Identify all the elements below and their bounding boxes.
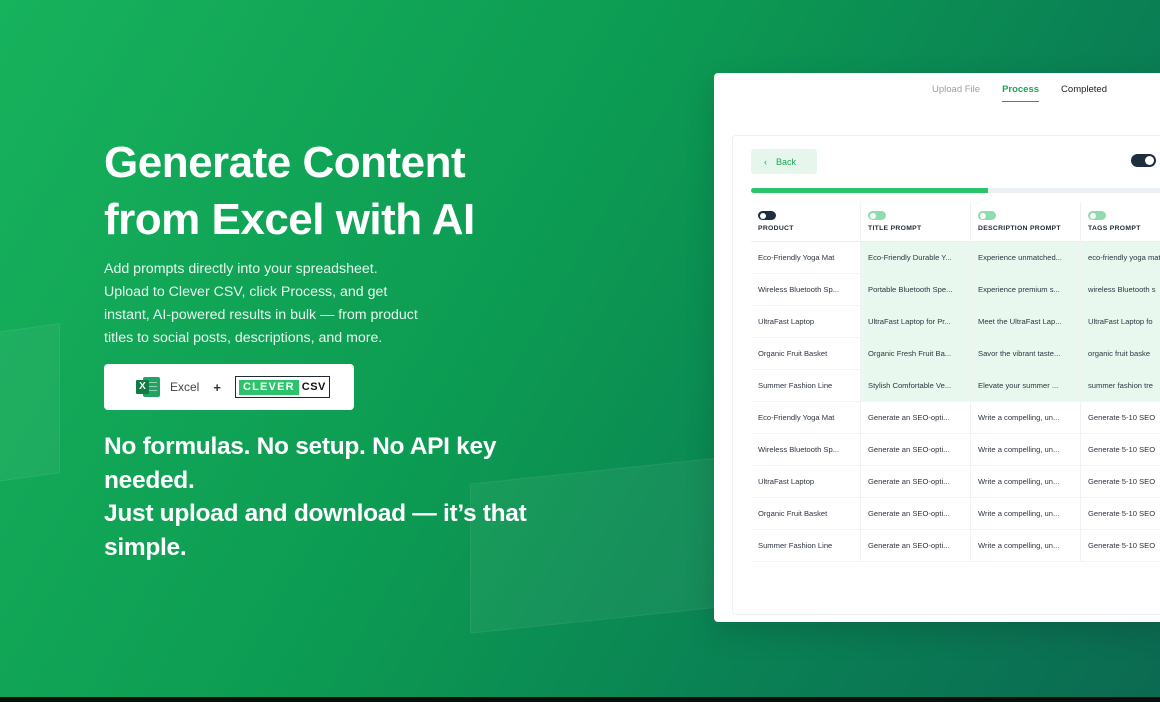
excel-label: Excel bbox=[170, 380, 200, 394]
column-header-description-prompt: DESCRIPTION PROMPT bbox=[971, 202, 1081, 241]
stepper: Upload File Process Completed bbox=[932, 84, 1107, 102]
plus-sign: + bbox=[213, 379, 221, 395]
progress-bar bbox=[751, 188, 1160, 193]
integration-logos: X Excel + CLEVER CSV bbox=[104, 364, 354, 410]
table-cell: UltraFast Laptop fo bbox=[1081, 306, 1160, 337]
table-cell: UltraFast Laptop bbox=[751, 466, 861, 497]
data-table: PRODUCT TITLE PROMPT DESCRIPTION PROMPT … bbox=[751, 202, 1160, 562]
table-cell: Eco-Friendly Yoga Mat bbox=[751, 402, 861, 433]
process-card: ‹ Back PRODUCT TITLE PROMPT DESCRIPTION … bbox=[732, 135, 1160, 615]
table-cell: Generate 5-10 SEO bbox=[1081, 466, 1160, 497]
table-cell: Experience unmatched... bbox=[971, 242, 1081, 273]
table-row[interactable]: UltraFast Laptop UltraFast Laptop for Pr.… bbox=[751, 306, 1160, 338]
view-toggle[interactable] bbox=[1131, 154, 1156, 167]
table-cell: Elevate your summer ... bbox=[971, 370, 1081, 401]
table-row[interactable]: UltraFast Laptop Generate an SEO-opti... W… bbox=[751, 466, 1160, 498]
back-button[interactable]: ‹ Back bbox=[751, 149, 817, 174]
step-process[interactable]: Process bbox=[1002, 84, 1040, 102]
table-cell: organic fruit baske bbox=[1081, 338, 1160, 369]
table-cell: Organic Fruit Basket bbox=[751, 338, 861, 369]
hero-tagline: No formulas. No setup. No API key needed… bbox=[104, 433, 527, 561]
table-cell: Wireless Bluetooth Sp... bbox=[751, 274, 861, 305]
table-cell: Generate an SEO-opti... bbox=[861, 498, 971, 529]
table-cell: Write a compelling, un... bbox=[971, 402, 1081, 433]
column-toggle[interactable] bbox=[978, 211, 996, 220]
table-row[interactable]: Summer Fashion Line Stylish Comfortable V… bbox=[751, 370, 1160, 402]
background-shape bbox=[0, 322, 60, 488]
table-cell: Generate an SEO-opti... bbox=[861, 402, 971, 433]
back-label: Back bbox=[776, 156, 797, 167]
chevron-left-icon: ‹ bbox=[764, 156, 767, 167]
table-row[interactable]: Summer Fashion Line Generate an SEO-opti.… bbox=[751, 530, 1160, 562]
table-cell: UltraFast Laptop bbox=[751, 306, 861, 337]
table-row[interactable]: Wireless Bluetooth Sp... Portable Bluetoo… bbox=[751, 274, 1160, 306]
step-upload-file[interactable]: Upload File bbox=[932, 84, 980, 102]
column-header-product: PRODUCT bbox=[751, 202, 861, 241]
table-cell: Write a compelling, un... bbox=[971, 466, 1081, 497]
page-title: Generate Content from Excel with AI bbox=[104, 138, 475, 244]
table-cell: Generate 5-10 SEO bbox=[1081, 530, 1160, 561]
table-cell: wireless Bluetooth s bbox=[1081, 274, 1160, 305]
table-cell: Summer Fashion Line bbox=[751, 370, 861, 401]
table-cell: Generate an SEO-opti... bbox=[861, 466, 971, 497]
clever-csv-logo: CLEVER CSV bbox=[234, 376, 330, 398]
table-cell: Write a compelling, un... bbox=[971, 530, 1081, 561]
table-row[interactable]: Eco-Friendly Yoga Mat Eco-Friendly Durabl… bbox=[751, 242, 1160, 274]
table-cell: summer fashion tre bbox=[1081, 370, 1160, 401]
table-cell: Generate an SEO-opti... bbox=[861, 530, 971, 561]
table-cell: Organic Fresh Fruit Ba... bbox=[861, 338, 971, 369]
column-header-tags-prompt: TAGS PROMPT bbox=[1081, 202, 1160, 241]
column-toggle[interactable] bbox=[758, 211, 776, 220]
table-cell: Portable Bluetooth Spe... bbox=[861, 274, 971, 305]
table-cell: UltraFast Laptop for Pr... bbox=[861, 306, 971, 337]
bottom-strip bbox=[0, 697, 1160, 702]
table-cell: Eco-Friendly Yoga Mat bbox=[751, 242, 861, 273]
excel-icon: X bbox=[136, 375, 160, 399]
progress-fill bbox=[751, 188, 988, 193]
table-cell: Stylish Comfortable Ve... bbox=[861, 370, 971, 401]
step-completed[interactable]: Completed bbox=[1061, 84, 1107, 102]
app-preview-panel: Upload File Process Completed ‹ Back PRO… bbox=[714, 73, 1160, 622]
table-cell: Savor the vibrant taste... bbox=[971, 338, 1081, 369]
hero-description: Add prompts directly into your spreadshe… bbox=[104, 261, 418, 346]
table-cell: Write a compelling, un... bbox=[971, 434, 1081, 465]
table-cell: Write a compelling, un... bbox=[971, 498, 1081, 529]
column-toggle[interactable] bbox=[868, 211, 886, 220]
hero: Generate Content from Excel with AI Add … bbox=[104, 134, 564, 564]
table-cell: eco-friendly yoga mat bbox=[1081, 242, 1160, 273]
table-cell: Summer Fashion Line bbox=[751, 530, 861, 561]
table-cell: Meet the UltraFast Lap... bbox=[971, 306, 1081, 337]
table-cell: Generate 5-10 SEO bbox=[1081, 402, 1160, 433]
table-cell: Generate 5-10 SEO bbox=[1081, 434, 1160, 465]
table-body: Eco-Friendly Yoga Mat Eco-Friendly Durabl… bbox=[751, 242, 1160, 562]
column-header-title-prompt: TITLE PROMPT bbox=[861, 202, 971, 241]
table-cell: Wireless Bluetooth Sp... bbox=[751, 434, 861, 465]
table-row[interactable]: Wireless Bluetooth Sp... Generate an SEO-… bbox=[751, 434, 1160, 466]
table-row[interactable]: Eco-Friendly Yoga Mat Generate an SEO-opt… bbox=[751, 402, 1160, 434]
table-cell: Organic Fruit Basket bbox=[751, 498, 861, 529]
table-row[interactable]: Organic Fruit Basket Generate an SEO-opti… bbox=[751, 498, 1160, 530]
table-cell: Generate an SEO-opti... bbox=[861, 434, 971, 465]
table-row[interactable]: Organic Fruit Basket Organic Fresh Fruit … bbox=[751, 338, 1160, 370]
table-cell: Experience premium s... bbox=[971, 274, 1081, 305]
column-toggle[interactable] bbox=[1088, 211, 1106, 220]
table-header-row: PRODUCT TITLE PROMPT DESCRIPTION PROMPT … bbox=[751, 202, 1160, 242]
table-cell: Generate 5-10 SEO bbox=[1081, 498, 1160, 529]
table-cell: Eco-Friendly Durable Y... bbox=[861, 242, 971, 273]
